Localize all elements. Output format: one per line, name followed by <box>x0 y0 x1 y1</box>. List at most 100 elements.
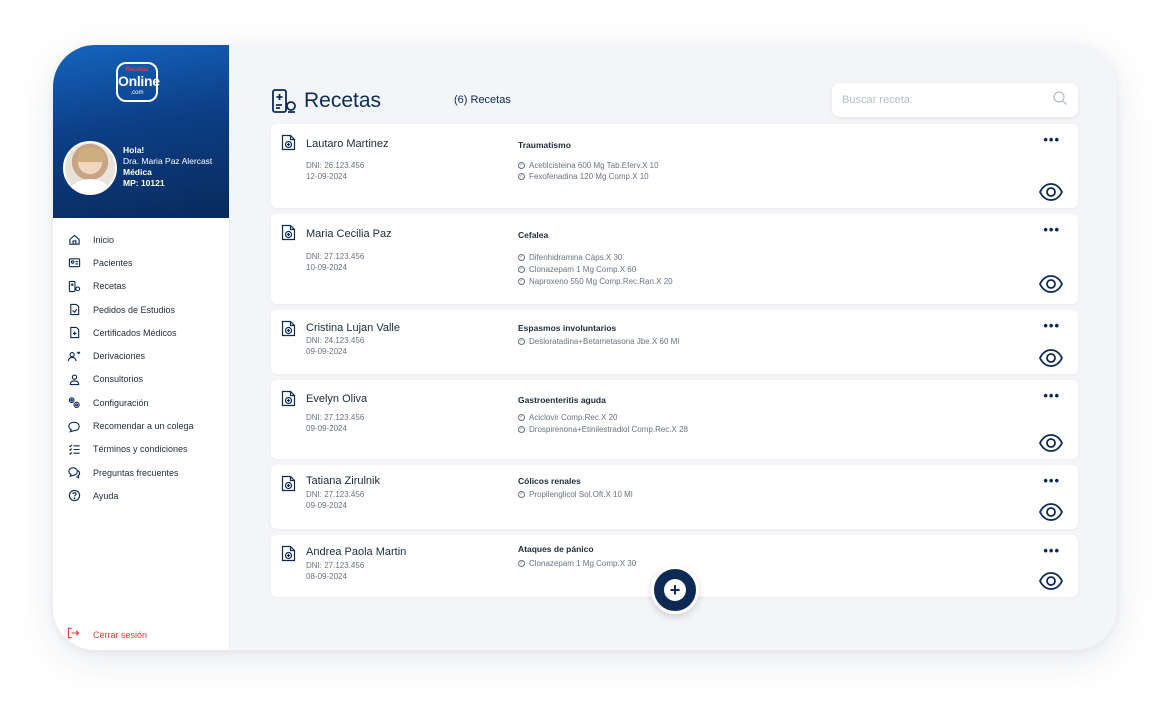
patient-name: Andrea Paola Martin <box>306 546 407 558</box>
eye-icon[interactable] <box>1038 571 1064 591</box>
sidebar-item-preguntas[interactable]: Preguntas frecuentes <box>67 461 227 484</box>
check-icon: ✓ <box>518 278 525 285</box>
greeting-text: Hola! <box>123 145 145 155</box>
document-icon <box>281 545 296 562</box>
main-content: Recetas (6) Recetas Lautaro Martinez DNI… <box>230 45 1117 650</box>
recipe-date: 09-09-2024 <box>306 501 347 510</box>
eye-icon[interactable] <box>1038 274 1064 294</box>
diagnosis: Cefalea <box>518 230 549 240</box>
logout-button[interactable]: Cerrar sesión <box>67 627 147 642</box>
search-input[interactable] <box>842 94 1052 106</box>
recipe-card[interactable]: Evelyn Oliva DNI: 27.123.456 09-09-2024 … <box>271 380 1078 459</box>
recipe-date: 09-09-2024 <box>306 424 347 433</box>
user-greeting: Hola! Dra. Maria Paz Alercast Médica MP:… <box>123 145 212 189</box>
sidebar-item-label: Configuración <box>93 397 149 408</box>
medication-item: ✓ Clonazepam 1 Mg Comp.X 30 <box>518 559 637 568</box>
diagnosis: Espasmos involuntarios <box>518 323 617 333</box>
document-icon <box>281 320 296 337</box>
avatar[interactable] <box>63 141 117 195</box>
prescription-icon <box>67 279 81 293</box>
medication-item: ✓ Naproxeno 550 Mg Comp.Rec.Ran.X 20 <box>518 277 673 286</box>
sidebar-item-derivaciones[interactable]: Derivaciones <box>67 344 227 367</box>
office-icon <box>67 372 81 386</box>
medication-item: ✓ Propilenglicol Sol.Oft.X 10 Ml <box>518 490 633 499</box>
medication-item: ✓ Acetilcisteina 600 Mg Tab.Eferv.X 10 <box>518 161 659 170</box>
sidebar-item-inicio[interactable]: Inicio <box>67 228 227 251</box>
patient-dni: DNI: 27.123.456 <box>306 490 365 499</box>
more-options-icon[interactable]: ••• <box>1043 318 1060 333</box>
more-options-icon[interactable]: ••• <box>1043 543 1060 558</box>
sidebar-item-pacientes[interactable]: Pacientes <box>67 251 227 274</box>
search-icon[interactable] <box>1052 90 1068 111</box>
sidebar-item-certificados[interactable]: Certificados Médicos <box>67 321 227 344</box>
sidebar-item-label: Derivaciones <box>93 351 146 362</box>
check-icon: ✓ <box>518 173 525 180</box>
eye-icon[interactable] <box>1038 348 1064 368</box>
sidebar-item-label: Pedidos de Estudios <box>93 304 176 315</box>
certificate-icon <box>67 326 81 340</box>
eye-icon[interactable] <box>1038 182 1064 202</box>
medication-item: ✓ Drospirenona+Etinilestradiol Comp.Rec.X… <box>518 425 688 434</box>
check-icon: ✓ <box>518 426 525 433</box>
recipe-date: 12-09-2024 <box>306 172 347 181</box>
settings-icon <box>67 396 81 410</box>
patient-name: Lautaro Martinez <box>306 138 389 150</box>
eye-icon[interactable] <box>1038 502 1064 522</box>
sidebar-item-recomendar[interactable]: Recomendar a un colega <box>67 414 227 437</box>
page-title-text: Recetas <box>304 89 382 112</box>
document-icon <box>281 224 296 241</box>
diagnosis: Cólicos renales <box>518 476 581 486</box>
check-icon: ✓ <box>518 338 525 345</box>
check-icon: ✓ <box>518 414 525 421</box>
recipe-card[interactable]: Cristina Lujan Valle DNI: 24.123.456 09-… <box>271 310 1078 374</box>
sidebar-item-terminos[interactable]: Términos y condiciones <box>67 438 227 461</box>
brand-logo[interactable]: Recetas Online .com <box>116 62 160 102</box>
diagnosis: Traumatismo <box>518 140 571 150</box>
more-options-icon[interactable]: ••• <box>1043 473 1060 488</box>
medication-item: ✓ Aciclovir Comp.Rec.X 20 <box>518 413 618 422</box>
check-icon: ✓ <box>518 560 525 567</box>
sidebar-item-label: Consultorios <box>93 374 144 385</box>
recipe-card[interactable]: Tatiana Zirulnik DNI: 27.123.456 09-09-2… <box>271 465 1078 529</box>
recipe-date: 09-09-2024 <box>306 347 347 356</box>
recipe-date: 08-09-2024 <box>306 572 347 581</box>
document-icon <box>281 134 296 151</box>
medication-item: ✓ Desloratadina+Betametasona Jbe.X 60 Ml <box>518 337 680 346</box>
sidebar-item-ayuda[interactable]: Ayuda <box>67 484 227 507</box>
sidebar: Recetas Online .com Hola! Dra. Maria Paz… <box>53 45 230 650</box>
sidebar-item-configuracion[interactable]: Configuración <box>67 391 227 414</box>
patient-name: Maria Cecilia Paz <box>306 228 392 240</box>
sidebar-item-label: Preguntas frecuentes <box>93 467 179 478</box>
recipe-card[interactable]: Lautaro Martinez DNI: 26.123.456 12-09-2… <box>271 124 1078 208</box>
check-icon: ✓ <box>518 491 525 498</box>
medication-item: ✓ Fexofenadina 120 Mg Comp.X 10 <box>518 172 649 181</box>
medication-item: ✓ Difenhidramina Cáps.X 30 <box>518 253 623 262</box>
patient-dni: DNI: 24.123.456 <box>306 336 365 345</box>
check-icon: ✓ <box>518 254 525 261</box>
user-role: Médica <box>123 167 152 177</box>
document-icon <box>281 390 296 407</box>
eye-icon[interactable] <box>1038 433 1064 453</box>
more-options-icon[interactable]: ••• <box>1043 132 1060 147</box>
more-options-icon[interactable]: ••• <box>1043 388 1060 403</box>
add-recipe-button[interactable]: + <box>651 566 699 614</box>
patient-name: Cristina Lujan Valle <box>306 322 400 334</box>
more-options-icon[interactable]: ••• <box>1043 222 1060 237</box>
logo-main-text: Online <box>118 73 160 89</box>
sidebar-item-label: Recetas <box>93 281 127 292</box>
patient-dni: DNI: 26.123.456 <box>306 161 365 170</box>
sidebar-item-consultorios[interactable]: Consultorios <box>67 368 227 391</box>
patient-name: Evelyn Oliva <box>306 393 368 405</box>
check-icon: ✓ <box>518 162 525 169</box>
check-icon: ✓ <box>518 266 525 273</box>
search-box <box>832 83 1078 117</box>
id-card-icon <box>67 256 81 270</box>
sidebar-item-pedidos[interactable]: Pedidos de Estudios <box>67 298 227 321</box>
diagnosis: Gastroenteritis aguda <box>518 395 606 405</box>
terms-icon <box>67 442 81 456</box>
patient-dni: DNI: 27.123.456 <box>306 561 365 570</box>
recipe-card[interactable]: Maria Cecilia Paz DNI: 27.123.456 10-09-… <box>271 214 1078 304</box>
study-order-icon <box>67 303 81 317</box>
sidebar-item-recetas[interactable]: Recetas <box>67 275 227 298</box>
app-window: Recetas Online .com Hola! Dra. Maria Paz… <box>53 45 1117 650</box>
